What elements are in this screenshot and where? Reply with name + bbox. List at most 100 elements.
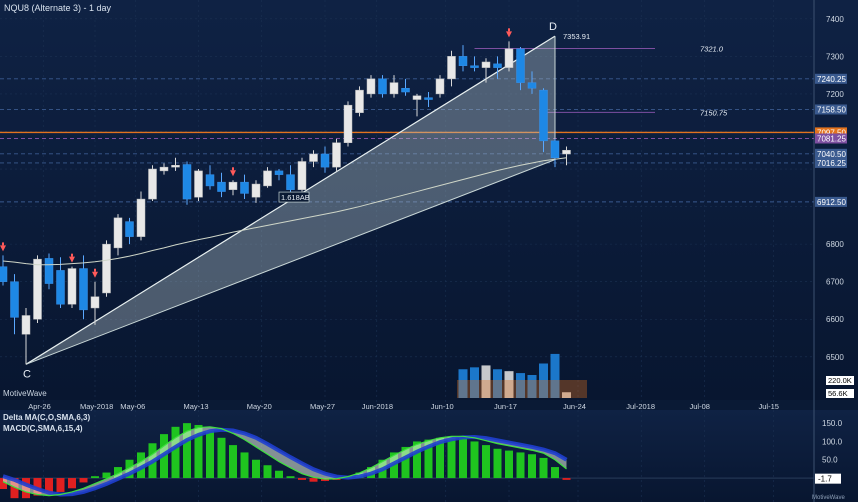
candle-body [33, 258, 42, 320]
volume-tag-label: 220.0K [828, 376, 852, 385]
date-tick-label: Apr-26 [28, 402, 51, 411]
candle-body [516, 48, 525, 83]
histogram-bar [263, 465, 272, 479]
candle-body [458, 56, 468, 66]
candle-body [90, 296, 100, 309]
candle-body [435, 78, 445, 95]
histogram-bar [56, 478, 65, 492]
candle-body [44, 258, 54, 284]
indicator-tick-label: 50.0 [822, 456, 838, 465]
candle-body [251, 183, 261, 198]
candle-body [550, 140, 560, 158]
price-tick-label: 6600 [826, 315, 844, 324]
price-tag-label: 7240.25 [817, 75, 846, 84]
annotation-d-price: 7353.91 [563, 32, 590, 41]
price-tick-label: 7200 [826, 90, 844, 99]
annotation-7150: 7150.75 [700, 108, 728, 117]
macd-label: MACD(C,SMA,6,15,4) [3, 424, 83, 433]
candle-body [309, 153, 318, 162]
histogram-bar [528, 454, 536, 479]
signal-arrow-stem [94, 268, 96, 272]
candle-body [366, 78, 376, 95]
candle-body [113, 217, 123, 249]
histogram-bar [229, 445, 237, 479]
candle-body [378, 78, 387, 95]
histogram-bar [459, 437, 467, 479]
candle [33, 255, 42, 324]
signal-arrow-stem [2, 242, 4, 246]
histogram-bar [470, 441, 479, 479]
candle-body [504, 48, 514, 68]
candle-body [136, 198, 146, 237]
corner-logo: MotiveWave [812, 495, 845, 501]
candle-body [79, 268, 88, 311]
candle-body [343, 104, 353, 143]
candle-body [56, 270, 65, 305]
candle-body [470, 65, 479, 68]
price-tag-label: 7016.25 [817, 159, 846, 168]
candle-body [447, 56, 456, 80]
price-tick-label: 6800 [826, 240, 844, 249]
price-tick-label: 7300 [826, 52, 844, 61]
candle-body [527, 82, 537, 89]
candle [136, 191, 146, 241]
date-tick-label: Jun-17 [494, 402, 517, 411]
candle-body [217, 181, 226, 192]
date-tick-label: May-20 [247, 402, 272, 411]
histogram-bar [493, 448, 502, 479]
candle [182, 161, 192, 205]
candle [67, 266, 77, 308]
annotation-fib: 1.618AB [281, 193, 310, 202]
signal-arrow-stem [232, 167, 234, 171]
candle-body [286, 174, 295, 190]
histogram-bar [240, 452, 249, 479]
watermark: MotiveWave [3, 389, 47, 398]
signal-arrow-stem [508, 28, 510, 32]
candle-body [263, 170, 272, 187]
indicator-tag-label: -1.7 [818, 475, 832, 484]
price-tick-label: 7400 [826, 15, 844, 24]
wave-label-d: D [549, 21, 557, 33]
date-tick-label: May-13 [184, 402, 209, 411]
date-tick-label: Jul-15 [759, 402, 779, 411]
histogram-bar [298, 478, 306, 480]
signal-arrow-stem [71, 253, 73, 257]
date-tick-label: Jun-10 [431, 402, 454, 411]
candle-body [481, 61, 491, 68]
volume-tag-label: 56.6K [828, 389, 848, 398]
candle-body [539, 89, 548, 142]
candle-body [493, 63, 502, 68]
histogram-bar [79, 478, 88, 483]
candle-body [412, 95, 422, 100]
histogram-bar [206, 430, 214, 479]
histogram-bar [562, 478, 571, 480]
candle-body [125, 221, 134, 237]
candle-body [424, 97, 433, 100]
candle [194, 169, 203, 201]
price-tag-label: 7040.50 [817, 150, 846, 159]
histogram-bar [539, 457, 548, 479]
candle-body [297, 161, 307, 190]
histogram-bar [217, 437, 226, 479]
candle-body [205, 174, 215, 187]
candle [355, 86, 364, 117]
candle-body [401, 88, 410, 93]
price-tick-label: 6500 [826, 353, 844, 362]
date-tick-label: May-2018 [80, 402, 113, 411]
candle-body [194, 170, 203, 198]
histogram-bar [309, 478, 318, 482]
candle-body [159, 166, 169, 172]
price-tag-label: 7081.25 [817, 134, 846, 143]
indicator-tick-label: 150.0 [822, 419, 843, 428]
date-tick-label: Jun-24 [563, 402, 586, 411]
histogram-bar [447, 437, 456, 479]
date-tick-label: May-06 [120, 402, 145, 411]
candle-body [67, 268, 77, 305]
histogram-bar [482, 445, 490, 479]
indicator-tick-label: 100.0 [822, 437, 843, 446]
histogram-bar [286, 476, 295, 479]
candle [102, 240, 111, 297]
volume-profile-band [457, 380, 587, 398]
date-tick-label: Jul-08 [690, 402, 710, 411]
date-tick-label: Jul-2018 [626, 402, 655, 411]
